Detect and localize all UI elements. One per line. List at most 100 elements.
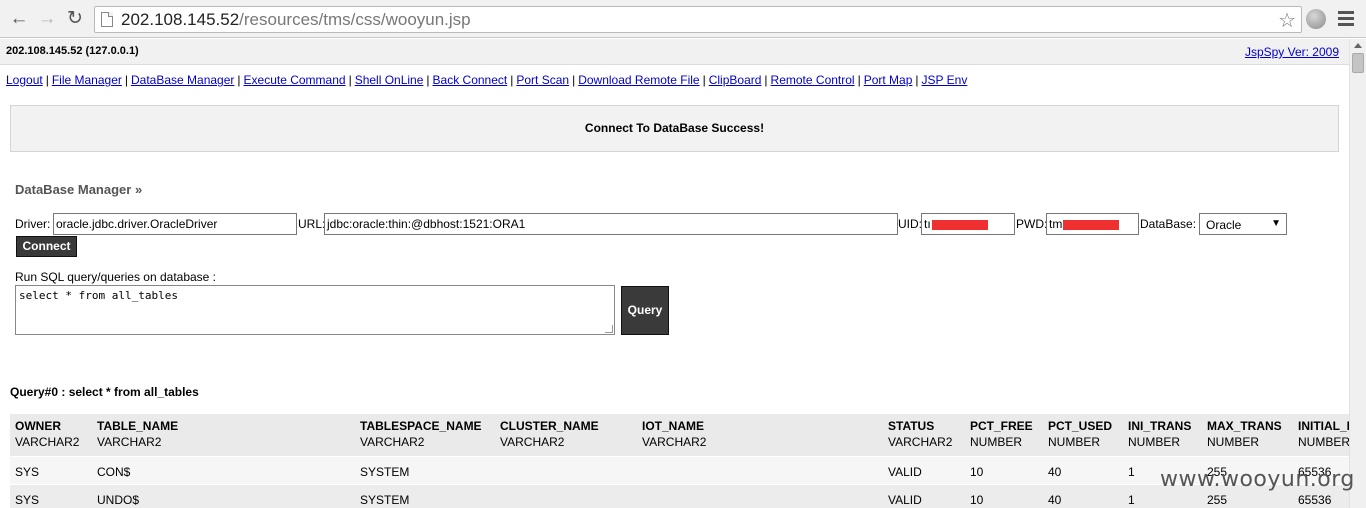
menu-separator: |: [764, 73, 768, 87]
table-row: SYS UNDO$ SYSTEM VALID 10 40 1 255 65536: [10, 484, 1349, 508]
watermark: www.wooyun.org: [1160, 467, 1355, 492]
menu-link-port-scan[interactable]: Port Scan: [516, 73, 569, 87]
table-cell: 40: [1048, 493, 1062, 507]
menu-separator: |: [702, 73, 706, 87]
scroll-up-arrow-icon[interactable]: [1354, 43, 1362, 48]
menu-link-jsp-env[interactable]: JSP Env: [922, 73, 968, 87]
database-label: DataBase:: [1140, 217, 1197, 231]
column-header: TABLESPACE_NAME: [360, 419, 482, 433]
menu-link-file-manager[interactable]: File Manager: [52, 73, 122, 87]
table-cell: VALID: [888, 465, 922, 479]
uid-value: tı: [924, 217, 931, 231]
menu-link-port-map[interactable]: Port Map: [864, 73, 913, 87]
column-type: VARCHAR2: [888, 435, 953, 449]
menu-link-database-manager[interactable]: DataBase Manager: [131, 73, 234, 87]
menu-link-back-connect[interactable]: Back Connect: [433, 73, 508, 87]
menu-separator: |: [237, 73, 241, 87]
resize-handle-icon[interactable]: [605, 325, 613, 333]
url-host: 202.108.145.52: [121, 10, 240, 29]
menu-separator: |: [45, 73, 49, 87]
column-type: NUMBER: [1048, 435, 1101, 449]
page-content: 202.108.145.52 (127.0.0.1) JspSpy Ver: 2…: [0, 39, 1349, 508]
column-type: NUMBER: [1128, 435, 1181, 449]
pwd-value: tm: [1049, 217, 1063, 231]
pwd-input[interactable]: tm: [1046, 213, 1139, 235]
column-header: PCT_USED: [1048, 419, 1113, 433]
table-cell: 10: [970, 465, 984, 479]
section-title: DataBase Manager »: [15, 182, 143, 197]
menu-link-logout[interactable]: Logout: [6, 73, 43, 87]
column-header: STATUS: [888, 419, 935, 433]
table-cell: UNDO$: [97, 493, 140, 507]
main-menu: Logout | File Manager | DataBase Manager | Exe…: [6, 73, 967, 87]
version-link[interactable]: JspSpy Ver: 2009: [1245, 45, 1339, 59]
column-header: PCT_FREE: [970, 419, 1033, 433]
url-input[interactable]: jdbc:oracle:thin:@dbhost:1521:ORA1: [324, 213, 898, 235]
menu-separator: |: [857, 73, 861, 87]
menu-separator: |: [124, 73, 128, 87]
results-table: OWNER VARCHAR2 TABLE_NAME VARCHAR2 TABLESPAC…: [10, 414, 1349, 508]
menu-separator: |: [426, 73, 430, 87]
reload-icon[interactable]: ↻: [64, 8, 86, 30]
top-info-bar: 202.108.145.52 (127.0.0.1) JspSpy Ver: 2…: [0, 39, 1349, 65]
page-icon: [101, 12, 113, 27]
uid-label: UID:: [898, 217, 922, 231]
menu-link-remote-control[interactable]: Remote Control: [771, 73, 855, 87]
menu-link-shell-online[interactable]: Shell OnLine: [355, 73, 424, 87]
sql-text: select * from all_tables: [19, 289, 178, 302]
menu-separator: |: [348, 73, 352, 87]
browser-toolbar: ← → ↻ 202.108.145.52/resources/tms/css/w…: [0, 0, 1366, 38]
column-type: VARCHAR2: [642, 435, 707, 449]
column-header: TABLE_NAME: [97, 419, 179, 433]
database-select[interactable]: Oracle ▼: [1199, 213, 1287, 235]
menu-link-execute-command[interactable]: Execute Command: [244, 73, 346, 87]
table-cell: VALID: [888, 493, 922, 507]
column-type: VARCHAR2: [360, 435, 425, 449]
table-cell: SYSTEM: [360, 493, 410, 507]
column-header: CLUSTER_NAME: [500, 419, 599, 433]
address-url[interactable]: 202.108.145.52/resources/tms/css/wooyun.…: [121, 10, 471, 30]
table-cell: 65536: [1298, 493, 1332, 507]
table-header-row: OWNER VARCHAR2 TABLE_NAME VARCHAR2 TABLESPAC…: [10, 414, 1349, 456]
redaction-mark: [931, 219, 988, 230]
connect-button[interactable]: Connect: [16, 236, 77, 257]
url-path: /resources/tms/css/wooyun.jsp: [239, 10, 471, 29]
table-cell: 1: [1128, 493, 1135, 507]
url-label: URL:: [298, 217, 326, 231]
host-info: 202.108.145.52 (127.0.0.1): [6, 45, 139, 57]
address-bar[interactable]: 202.108.145.52/resources/tms/css/wooyun.…: [94, 6, 1302, 33]
table-cell: SYS: [15, 465, 40, 479]
menu-separator: |: [510, 73, 514, 87]
table-row: SYS CON$ SYSTEM VALID 10 40 1 255 65536: [10, 456, 1349, 484]
vertical-scrollbar[interactable]: [1349, 39, 1366, 508]
query-button[interactable]: Query: [621, 286, 669, 335]
pwd-label: PWD:: [1016, 217, 1048, 231]
forward-arrow-icon[interactable]: →: [36, 8, 58, 30]
sql-textarea[interactable]: select * from all_tables: [15, 285, 615, 335]
column-type: VARCHAR2: [500, 435, 565, 449]
bookmark-star-icon[interactable]: ☆: [1278, 8, 1296, 33]
column-type: NUMBER: [1207, 435, 1260, 449]
sql-label: Run SQL query/queries on database :: [15, 270, 217, 284]
column-type: NUMBER: [1298, 435, 1349, 449]
column-type: VARCHAR2: [97, 435, 162, 449]
driver-input[interactable]: oracle.jdbc.driver.OracleDriver: [53, 213, 297, 235]
browser-menu-icon[interactable]: [1338, 11, 1354, 29]
column-header: MAX_TRANS: [1207, 419, 1282, 433]
uid-input[interactable]: tı: [921, 213, 1015, 235]
redaction-mark: [1063, 219, 1120, 230]
column-header: IOT_NAME: [642, 419, 705, 433]
database-selected: Oracle: [1206, 218, 1242, 232]
menu-separator: |: [572, 73, 576, 87]
back-arrow-icon[interactable]: ←: [8, 8, 30, 30]
column-type: VARCHAR2: [15, 435, 80, 449]
menu-link-clipboard[interactable]: ClipBoard: [709, 73, 762, 87]
menu-link-download-remote-file[interactable]: Download Remote File: [578, 73, 699, 87]
dropdown-arrow-icon: ▼: [1271, 218, 1281, 229]
table-cell: 40: [1048, 465, 1062, 479]
scroll-thumb[interactable]: [1352, 53, 1364, 73]
driver-label: Driver:: [15, 217, 51, 231]
table-cell: SYS: [15, 493, 40, 507]
globe-icon[interactable]: [1306, 9, 1326, 29]
query-result-title: Query#0 : select * from all_tables: [10, 385, 199, 399]
